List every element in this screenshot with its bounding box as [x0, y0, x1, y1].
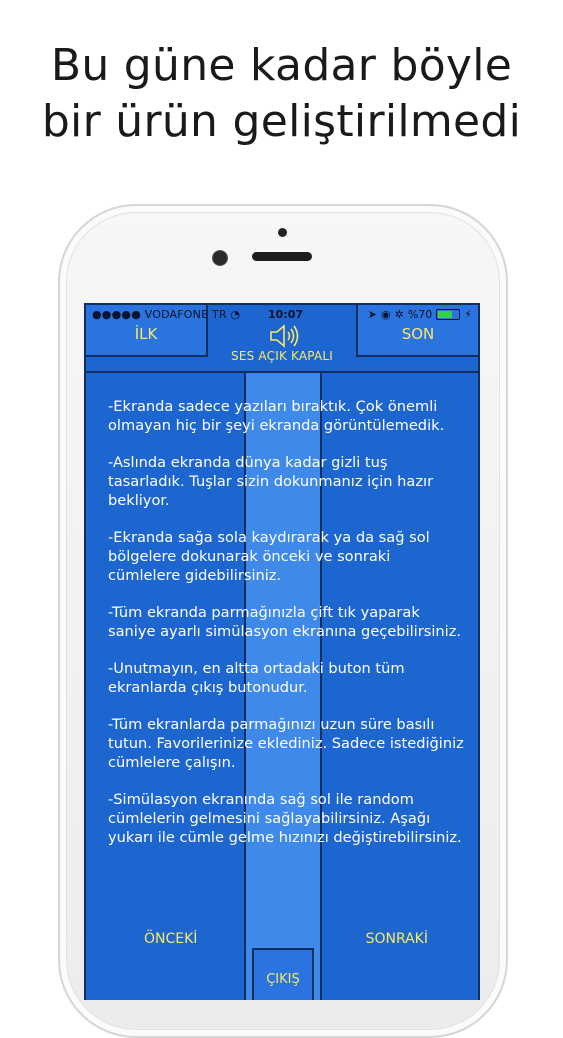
paragraph: -Ekranda sağa sola kaydırarak ya da sağ … [108, 529, 430, 584]
app-screen: İLK SON ●●●●● VODAFONE TR ◔ 10:07 ➤ ◉ ✲ … [84, 303, 480, 1000]
paragraph: -Tüm ekranda parmağınızla çift tık yapar… [108, 604, 461, 640]
exit-button[interactable]: ÇIKIŞ [252, 948, 314, 1000]
status-bar: ●●●●● VODAFONE TR ◔ 10:07 ➤ ◉ ✲ %70 ⚡ [86, 305, 478, 325]
headline-line-2: bir ürün geliştirilmedi [41, 96, 522, 147]
status-right: ➤ ◉ ✲ %70 ⚡ [368, 308, 472, 321]
sound-toggle-label[interactable]: SES AÇIK KAPALI [86, 349, 478, 363]
battery-icon [436, 309, 461, 320]
wifi-icon: ◔ [230, 308, 241, 321]
last-button-label: SON [401, 325, 435, 343]
previous-button[interactable]: ÖNCEKİ [144, 931, 197, 947]
paragraph: -Unutmayın, en altta ortadaki buton tüm … [108, 660, 405, 696]
carrier-label: ●●●●● VODAFONE TR [92, 308, 227, 321]
headline: Bu güne kadar böyle bir ürün geliştirilm… [0, 38, 563, 150]
first-button-label: İLK [134, 325, 158, 343]
clock: 10:07 [268, 308, 304, 321]
speaker-sound-icon[interactable] [268, 323, 302, 349]
paragraph: -Tüm ekranlarda parmağınızı uzun süre ba… [108, 716, 464, 771]
instruction-text: -Ekranda sadece yazıları bıraktık. Çok ö… [108, 397, 464, 865]
proximity-sensor-dot [278, 228, 287, 237]
charging-icon: ⚡ [464, 308, 472, 321]
exit-button-label: ÇIKIŞ [266, 972, 300, 987]
paragraph: -Ekranda sadece yazıları bıraktık. Çok ö… [108, 398, 445, 434]
paragraph: -Simülasyon ekranında sağ sol ile random… [108, 791, 462, 846]
header-divider [86, 371, 478, 373]
earpiece-speaker [252, 252, 312, 261]
alarm-icon: ◉ [380, 308, 391, 321]
paragraph: -Aslında ekranda dünya kadar gizli tuş t… [108, 454, 434, 509]
headline-line-1: Bu güne kadar böyle [50, 40, 513, 91]
location-arrow-icon: ➤ [367, 308, 377, 321]
battery-percent: %70 [407, 308, 433, 321]
bluetooth-icon: ✲ [394, 308, 404, 321]
front-camera [212, 250, 228, 266]
next-button[interactable]: SONRAKİ [366, 931, 428, 947]
carrier-text: ●●●●● VODAFONE TR ◔ [92, 308, 240, 321]
